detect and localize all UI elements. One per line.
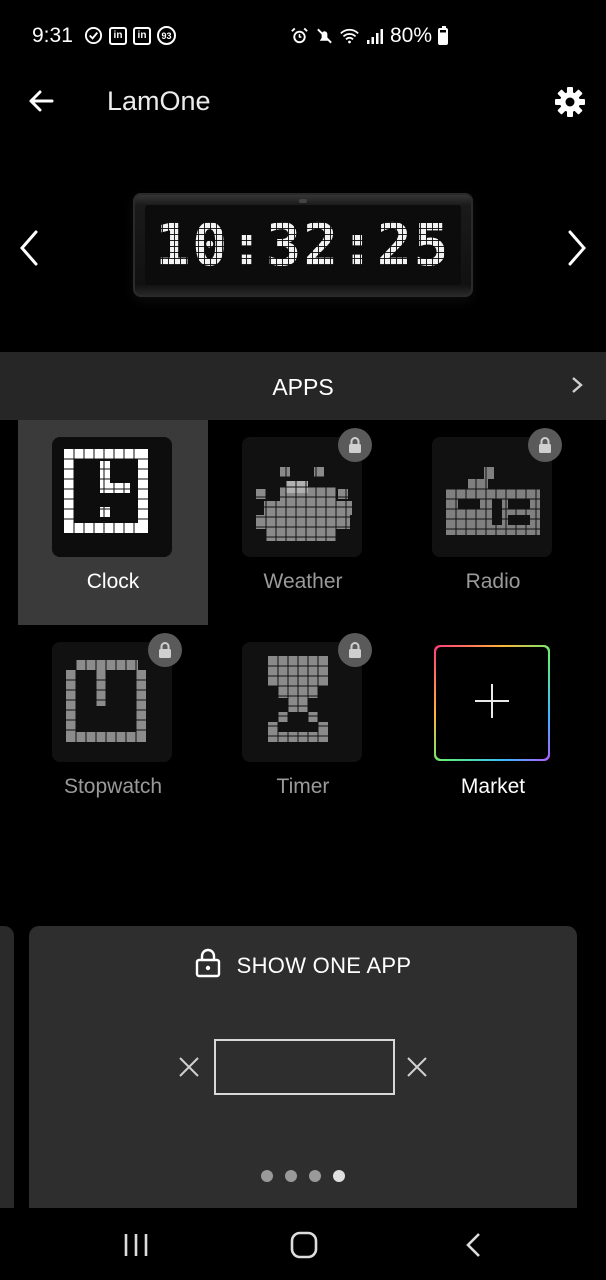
previous-device-icon[interactable] [14,226,44,270]
apps-section-header[interactable]: APPS [0,352,606,420]
device-display-time: 10:32:25 [155,211,451,279]
alarm-icon [290,27,309,46]
app-tile-market[interactable]: Market [398,625,588,830]
back-arrow-icon[interactable] [24,84,58,118]
page-indicator [29,1170,577,1182]
chevron-right-icon[interactable] [566,374,588,396]
lock-icon [195,948,221,983]
apps-title: APPS [272,374,334,400]
app-tile-clock[interactable]: Clock [18,420,208,625]
app-tile-timer[interactable]: Timer [208,625,398,830]
show-one-app-header: SHOW ONE APP [29,948,577,983]
linkedin-icon: in [109,26,127,45]
page-title: LamOne [107,86,211,116]
app-tile-stopwatch[interactable]: Stopwatch [18,625,208,830]
signal-icon [365,27,384,46]
battery-icon [438,25,449,45]
notification-count-icon: 93 [157,26,176,45]
show-one-app-card[interactable]: SHOW ONE APP [29,926,577,1226]
lock-icon [148,633,182,667]
battery-percent: 80% [390,24,433,47]
next-device-icon[interactable] [562,226,592,270]
page-dot[interactable] [309,1170,321,1182]
system-back-icon[interactable] [462,1230,486,1260]
device-display: 10:32:25 [145,205,461,285]
lock-icon [528,428,562,462]
close-icon[interactable] [405,1055,429,1079]
app-label: Timer [276,775,330,798]
market-inner [436,647,548,759]
clock-app-icon [52,437,172,557]
wifi-icon [340,27,359,46]
app-label: Clock [86,570,140,593]
app-label: Weather [263,570,343,593]
market-add-box[interactable] [434,645,550,761]
app-label: Stopwatch [63,775,163,798]
app-tile-weather[interactable]: Weather [208,420,398,625]
device-sensor [299,199,307,203]
lamp-device-preview: 10:32:25 [133,193,473,297]
recent-apps-icon[interactable] [122,1232,150,1258]
status-bar: 9:31 in in 93 80% [0,0,606,72]
app-tile-radio[interactable]: Radio [398,420,588,625]
app-label: Market [460,775,526,798]
page-dot[interactable] [261,1170,273,1182]
status-time: 9:31 [32,24,73,47]
lock-icon [338,428,372,462]
mute-icon [315,27,334,46]
notification-icons: in in 93 [84,26,176,45]
plus-icon [472,681,512,726]
check-circle-icon [84,26,103,45]
page-dot-active[interactable] [333,1170,345,1182]
linkedin-icon: in [133,26,151,45]
app-slot-row [29,1038,577,1096]
app-header: LamOne [0,72,606,132]
lock-icon [338,633,372,667]
gear-icon[interactable] [552,84,588,120]
app-label: Radio [465,570,521,593]
page-dot[interactable] [285,1170,297,1182]
system-navigation-bar [0,1208,606,1280]
home-icon[interactable] [289,1230,319,1260]
app-slot[interactable] [214,1039,395,1095]
show-one-app-title: SHOW ONE APP [236,952,412,978]
close-icon[interactable] [177,1055,201,1079]
previous-card-edge[interactable] [0,926,14,1216]
system-icons: 80% [290,24,449,48]
